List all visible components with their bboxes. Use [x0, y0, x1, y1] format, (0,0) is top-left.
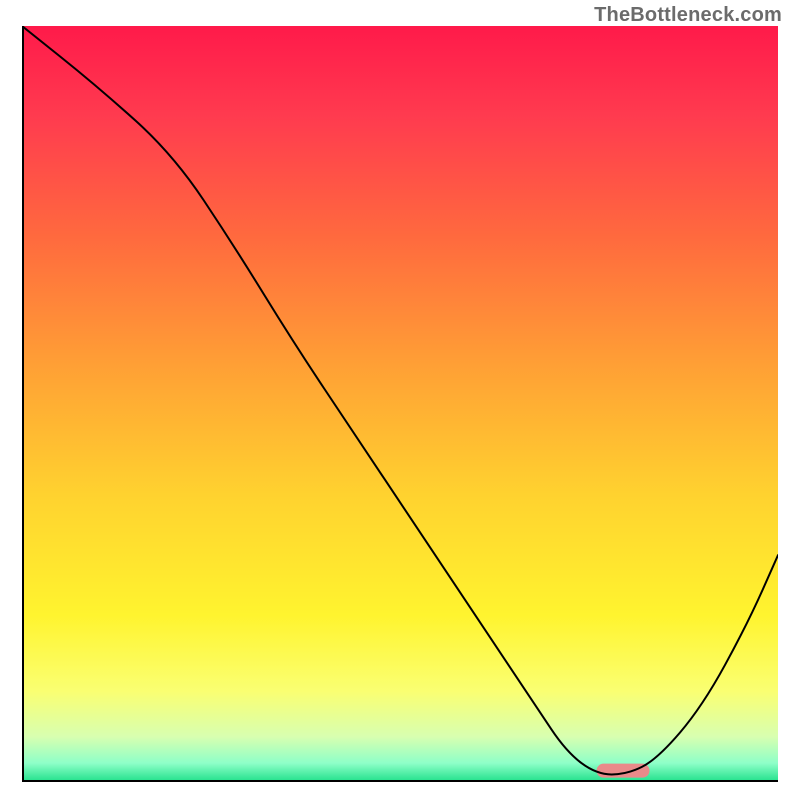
chart-plot [22, 26, 778, 782]
watermark-text: TheBottleneck.com [594, 4, 782, 27]
chart-container: TheBottleneck.com [0, 0, 800, 800]
optimal-range-marker [597, 764, 650, 778]
chart-svg [22, 26, 778, 782]
chart-background [22, 26, 778, 782]
